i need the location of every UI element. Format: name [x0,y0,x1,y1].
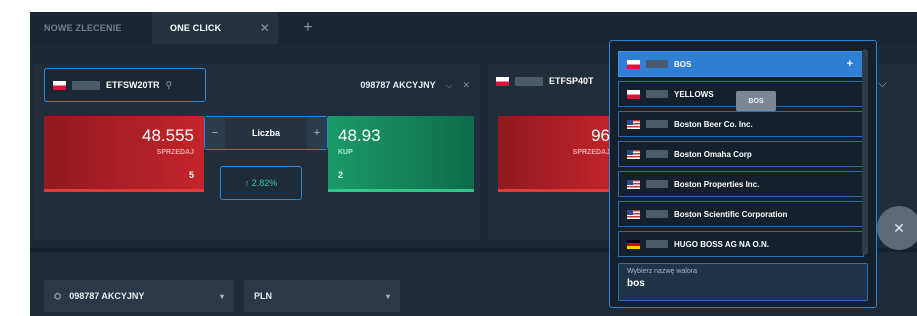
account-selector[interactable]: 098787 AKCYJNY ⌵ ✕ [360,80,470,91]
price-change-badge: ↑ 2.82% [220,166,302,200]
chevron-down-icon: ⌵ [445,80,453,90]
dropdown-item[interactable]: Boston Beer Co. Inc. [618,111,864,137]
sell-quantity: 5 [188,170,194,180]
sell-button-2[interactable]: 96 SPRZEDAJ [498,116,618,192]
close-tab-icon[interactable]: ✕ [260,21,270,35]
decrement-button[interactable]: − [205,117,225,149]
chevron-down-icon[interactable]: ⌵ [878,76,887,91]
chevron-down-icon: ▾ [219,291,224,301]
dropdown-scrollbar[interactable] [862,49,868,255]
add-tab-button[interactable]: + [296,12,320,44]
dropdown-item[interactable]: Boston Omaha Corp [618,141,864,167]
symbol-picker[interactable]: ETFSW20TR ⚲ [44,68,206,102]
item-label: Boston Omaha Corp [674,149,752,159]
account-label: 098787 AKCYJNY [360,80,436,90]
sell-price: 96 [591,126,610,145]
search-icon: ⚲ [165,79,173,90]
close-fab-button[interactable]: ✕ [877,206,917,250]
market-badge [72,80,100,90]
increment-button[interactable]: + [307,117,327,149]
market-badge [646,180,668,188]
search-label: Wybierz nazwę walora [627,268,697,275]
dropdown-item[interactable]: Boston Properties Inc. [618,171,864,197]
usa-flag-icon [627,179,640,189]
currency-select-value: PLN [254,291,272,301]
item-label: YELLOWS [674,89,714,99]
poland-flag-icon [627,89,640,99]
buy-quantity: 2 [338,170,344,180]
tab-label: ONE CLICK [170,23,222,33]
tab-one-click[interactable]: ONE CLICK ✕ [152,12,278,44]
item-label: Boston Scientific Corporation [674,209,788,219]
sell-label: SPRZEDAJ [572,149,610,156]
search-value: bos [627,278,645,289]
dropdown-item[interactable]: BOS + [618,51,864,77]
item-label: BOS [674,59,692,69]
market-badge [646,90,668,98]
chevron-down-icon: ▾ [385,291,390,301]
symbol-label: ETFSP40T [549,76,594,86]
market-badge [646,210,668,218]
symbol-search-dropdown: BOS + YELLOWS Boston Beer Co. Inc. Bosto… [609,40,877,308]
poland-flag-icon [496,76,509,86]
market-badge [646,240,668,248]
wallet-icon: ⛭ [54,290,62,301]
buy-button[interactable]: 48.93 KUP 2 [328,116,474,192]
usa-flag-icon [627,209,640,219]
instrument-panel: ETFSW20TR ⚲ 098787 AKCYJNY ⌵ ✕ 48.555 SP… [34,64,480,240]
close-icon[interactable]: ✕ [462,80,470,91]
account-select-value: 098787 AKCYJNY [69,291,145,301]
currency-select[interactable]: PLN ▾ [244,280,400,312]
poland-flag-icon [53,80,66,90]
market-badge [515,76,543,86]
item-label: Boston Beer Co. Inc. [674,119,753,129]
symbol-label: ETFSW20TR [106,80,160,90]
buy-label: KUP [338,149,353,156]
quantity-stepper: − Liczba + [204,116,328,150]
germany-flag-icon [627,239,640,249]
search-input[interactable]: Wybierz nazwę walora bos [618,263,868,301]
tab-new-order[interactable]: NOWE ZLECENIE [30,12,148,44]
account-select[interactable]: ⛭ 098787 AKCYJNY ▾ [44,280,234,312]
add-icon[interactable]: + [847,58,853,70]
symbol-picker-2[interactable]: ETFSP40T [496,76,594,86]
item-label: Boston Properties Inc. [674,179,760,189]
dropdown-item[interactable]: Boston Scientific Corporation [618,201,864,227]
sell-price: 48.555 [142,126,194,145]
market-badge [646,120,668,128]
tab-label: NOWE ZLECENIE [44,23,122,33]
dropdown-item[interactable]: HUGO BOSS AG NA O.N. [618,231,864,257]
quantity-input[interactable]: Liczba [225,128,307,138]
symbol-tooltip: BOS [736,91,776,111]
sell-button[interactable]: 48.555 SPRZEDAJ 5 [44,116,204,192]
item-label: HUGO BOSS AG NA O.N. [674,239,769,249]
market-badge [646,150,668,158]
market-badge [646,60,668,68]
usa-flag-icon [627,119,640,129]
usa-flag-icon [627,149,640,159]
poland-flag-icon [627,59,640,69]
buy-price: 48.93 [338,126,381,145]
sell-label: SPRZEDAJ [156,149,194,156]
